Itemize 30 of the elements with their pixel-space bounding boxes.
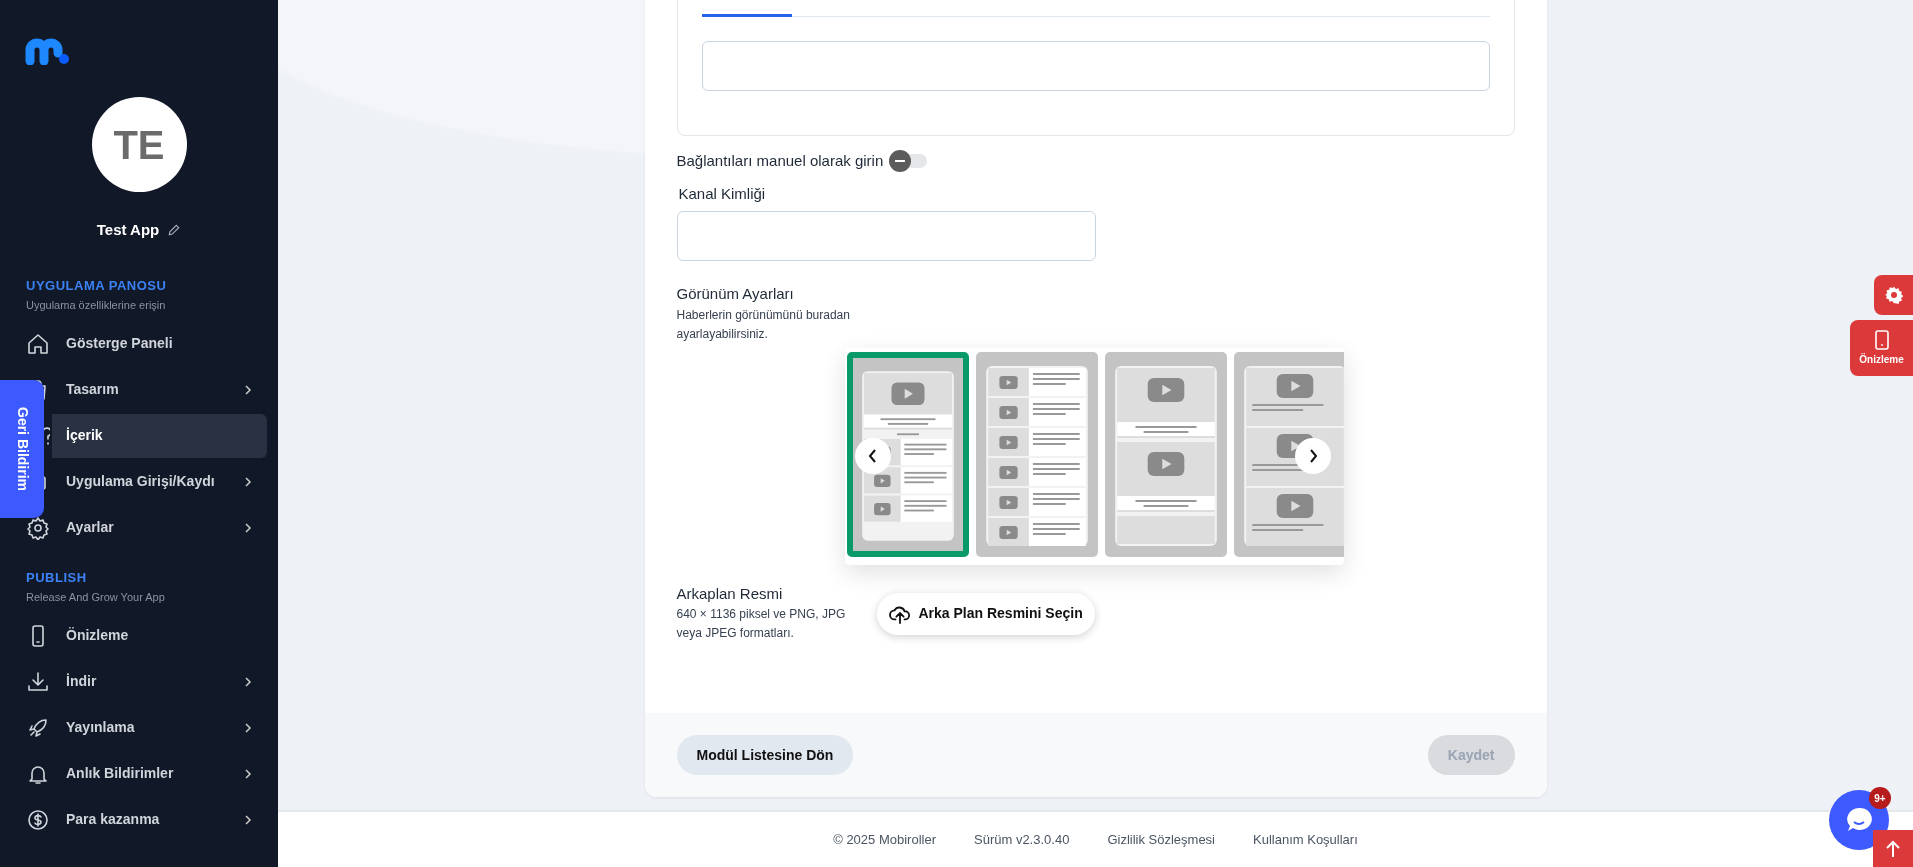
sidebar-item[interactable]: Gösterge Paneli	[52, 321, 267, 366]
section-description: Haberlerin görünümünü buradan ayarlayabilirsiniz.	[676, 306, 851, 343]
section-subtitle: Uygulama özelliklerine erişin	[26, 298, 167, 313]
sidebar-item[interactable]: Ayarlar	[52, 505, 267, 550]
feedback-tab[interactable]: Geri Bildirim	[0, 380, 44, 518]
section-title: Görünüm Ayarları	[676, 284, 795, 304]
sidebar-item[interactable]: Yayınlama	[52, 705, 267, 750]
sidebar-item[interactable]: Uygulama Girişi/Kaydı	[52, 459, 267, 504]
section-subtitle: Release And Grow Your App	[26, 590, 166, 605]
sidebar-item[interactable]: Tasarım	[52, 367, 267, 412]
section-title: Arkaplan Resmi	[676, 583, 784, 604]
preview-button[interactable]: Önizleme	[1850, 320, 1913, 376]
sidebar-item[interactable]: Önizleme	[52, 613, 267, 658]
section-title: PUBLISH	[26, 568, 88, 587]
app-name: Test App	[96, 220, 160, 240]
toggle-label: Bağlantıları manuel olarak girin	[676, 151, 884, 171]
avatar: TE	[91, 97, 187, 192]
section-title: UYGULAMA PANOSU	[26, 276, 168, 295]
section-description: 640 × 1136 piksel ve PNG, JPG veya JPEG formatları.	[676, 606, 847, 642]
footer-text: © 2025 Mobiroller	[833, 830, 936, 849]
footer-link[interactable]: Gizlilik Sözleşmesi	[1107, 829, 1215, 850]
sidebar-item[interactable]: Para kazanma	[52, 797, 267, 842]
back-button[interactable]: Modül Listesine Dön	[676, 735, 854, 775]
footer-link[interactable]: Kullanım Koşulları	[1253, 829, 1358, 850]
field-label: Kanal Kimliği	[678, 183, 767, 204]
sidebar-item[interactable]: İndir	[52, 659, 267, 704]
upload-button[interactable]: Arka Plan Resmini Seçin	[876, 592, 1095, 635]
sidebar-item[interactable]: Anlık Bildirimler	[52, 751, 267, 796]
footer-text: Sürüm v2.3.0.40	[974, 830, 1070, 849]
sidebar-item[interactable]: İçerik	[52, 413, 267, 458]
